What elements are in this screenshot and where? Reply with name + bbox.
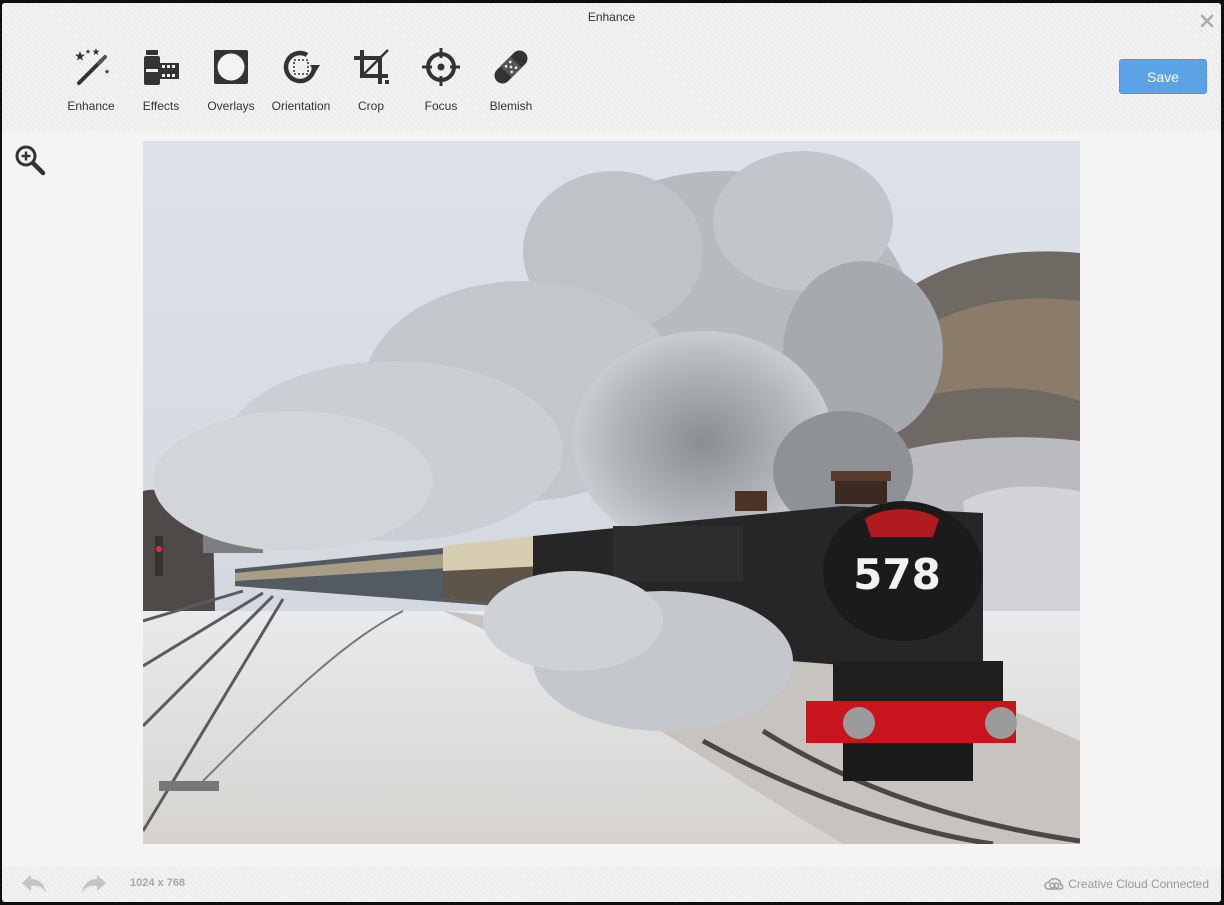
undo-icon[interactable] — [20, 873, 48, 895]
window-title: Enhance — [587, 10, 636, 24]
tool-crop[interactable]: Crop — [336, 47, 406, 113]
cloud-status: Creative Cloud Connected — [1044, 875, 1209, 893]
crop-icon — [354, 49, 389, 84]
tool-overlays[interactable]: Overlays — [196, 47, 266, 113]
tool-blemish[interactable]: Blemish — [476, 47, 546, 113]
editor-modal: Enhance Enhance Effects Overlays Orienta… — [2, 3, 1221, 902]
tool-label: Overlays — [207, 99, 255, 113]
tool-effects[interactable]: Effects — [126, 47, 196, 113]
tool-label: Enhance — [67, 99, 115, 113]
status-bar: 1024 x 768 Creative Cloud Connected — [2, 866, 1221, 902]
tool-focus[interactable]: Focus — [406, 47, 476, 113]
photo-canvas[interactable]: 578 — [143, 141, 1080, 844]
bandage-icon — [494, 50, 528, 84]
magic-wand-icon — [75, 48, 110, 85]
tool-enhance[interactable]: Enhance — [56, 47, 126, 113]
zoom-in-icon[interactable] — [14, 144, 46, 176]
image-dimensions: 1024 x 768 — [130, 877, 186, 889]
film-icon — [144, 50, 179, 85]
toolbar: Enhance Enhance Effects Overlays Orienta… — [2, 3, 1221, 131]
tool-label: Effects — [142, 99, 180, 113]
cloud-status-label: Creative Cloud Connected — [1068, 877, 1209, 891]
tool-orientation[interactable]: Orientation — [266, 47, 336, 113]
close-icon[interactable] — [1199, 13, 1215, 29]
tool-label: Blemish — [489, 99, 533, 113]
redo-icon[interactable] — [80, 873, 108, 895]
tool-label: Focus — [424, 99, 458, 113]
photo-image: 578 — [143, 141, 1080, 844]
save-button[interactable]: Save — [1119, 59, 1207, 94]
creative-cloud-icon — [1044, 877, 1064, 890]
tool-label: Orientation — [271, 99, 331, 113]
engine-number: 578 — [853, 550, 941, 599]
rotate-icon — [283, 50, 320, 84]
tool-label: Crop — [357, 99, 384, 113]
focus-target-icon — [422, 48, 460, 86]
overlay-frame-icon — [214, 50, 248, 84]
